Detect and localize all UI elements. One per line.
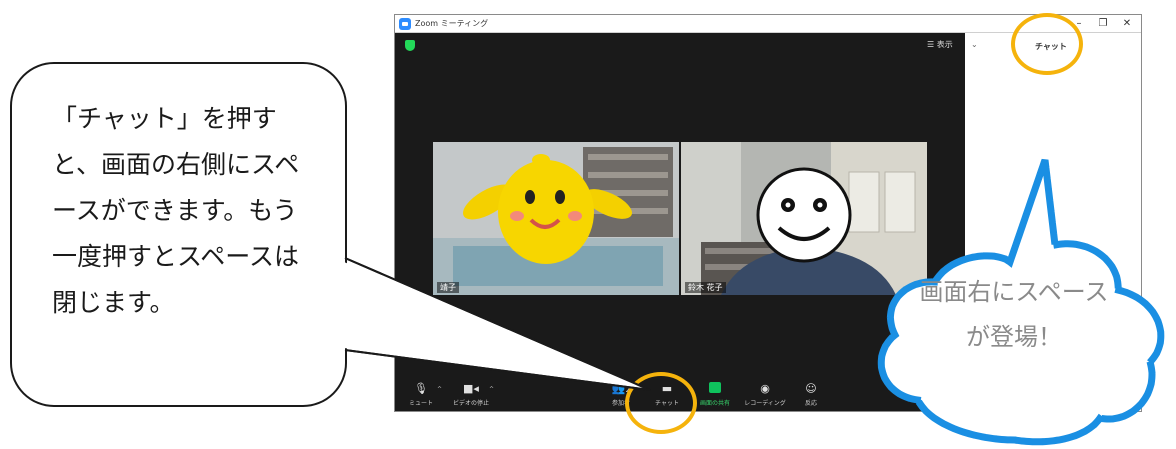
thought-text: 画面右にスペースが登場！ (919, 278, 1109, 351)
thought-bubble (877, 158, 1165, 446)
